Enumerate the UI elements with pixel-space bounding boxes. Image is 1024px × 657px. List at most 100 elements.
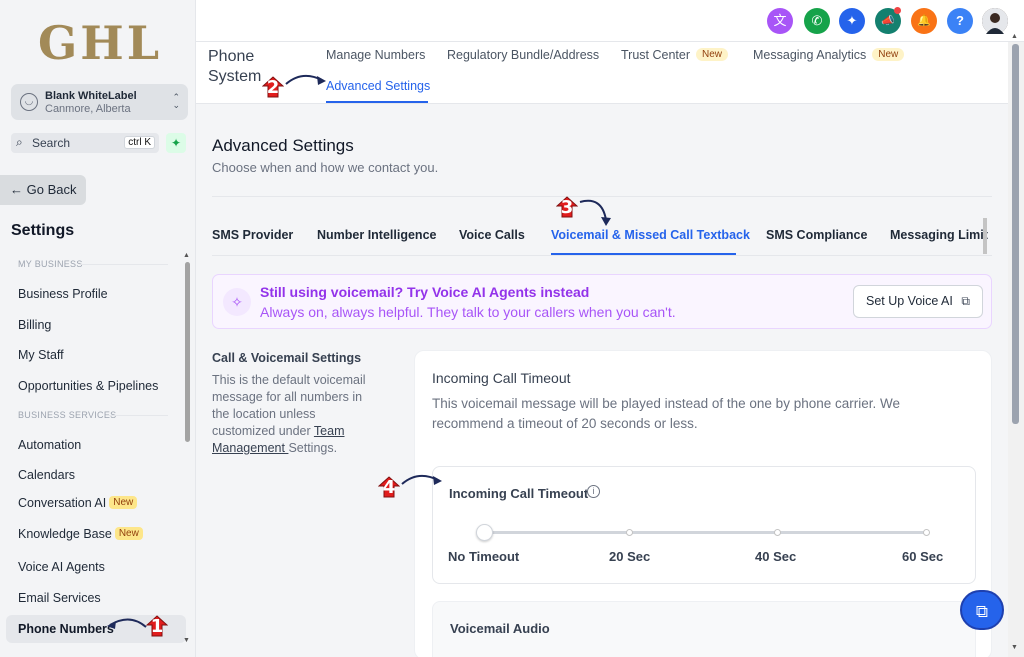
tabs-scrollbar[interactable] [983, 218, 987, 254]
slider-tick[interactable] [774, 529, 781, 536]
annotation-number: 4 [382, 477, 396, 498]
annotation-marker-3: 3 [555, 196, 579, 218]
sidebar-item-automation[interactable]: Automation [18, 438, 81, 452]
divider [80, 264, 168, 265]
description-text: Settings. [288, 441, 338, 455]
sidebar: GHL ◡ Blank WhiteLabel Canmore, Alberta … [0, 0, 196, 657]
annotation-number: 2 [266, 77, 280, 98]
voice-ai-promo-banner: ✧ Still using voicemail? Try Voice AI Ag… [212, 274, 992, 329]
avatar[interactable] [982, 8, 1008, 34]
sparkle-icon: ✧ [223, 288, 251, 316]
tab-advanced-settings[interactable]: Advanced Settings [326, 79, 430, 93]
annotation-marker-1: 1 [145, 615, 169, 637]
account-name: Blank WhiteLabel [45, 90, 137, 102]
card-description: This voicemail message will be played in… [432, 396, 900, 431]
chevron-updown-icon: ⌃ ⌄ [172, 92, 180, 110]
slider-option-label: 40 Sec [755, 549, 797, 564]
search-icon: ⌕ [16, 135, 23, 149]
tab-manage-numbers[interactable]: Manage Numbers [326, 48, 425, 62]
annotation-arrow-4 [401, 474, 442, 485]
timeout-slider-track[interactable] [485, 531, 928, 534]
magic-wand-icon[interactable]: ✦ [839, 8, 865, 34]
chat-support-icon[interactable]: ⧉ [960, 590, 1004, 630]
timeout-slider-handle[interactable] [476, 524, 493, 541]
account-switcher[interactable]: ◡ Blank WhiteLabel Canmore, Alberta ⌃ ⌄ [11, 84, 188, 120]
new-badge: New [109, 496, 138, 509]
tab-label: Messaging Analytics [753, 48, 867, 62]
scroll-down-icon[interactable]: ▼ [183, 637, 190, 644]
translate-icon[interactable]: 文 [767, 8, 793, 34]
promo-subtitle: Always on, always helpful. They talk to … [260, 304, 676, 320]
scroll-down-icon[interactable]: ▼ [1011, 644, 1018, 651]
divider [108, 415, 168, 416]
brand-logo: GHL [38, 16, 163, 70]
annotation-arrow-2 [285, 74, 326, 85]
tab-trust-center[interactable]: Trust Center New [621, 48, 729, 62]
page-scrollbar[interactable] [1012, 44, 1019, 424]
sidebar-item-conversation-ai[interactable]: Conversation AI New [18, 496, 138, 510]
external-link-icon: ⧉ [961, 294, 970, 308]
tab-voicemail-missed-call[interactable]: Voicemail & Missed Call Textback [551, 228, 750, 242]
tab-sms-provider[interactable]: SMS Provider [212, 228, 293, 242]
annotation-arrow-3 [579, 199, 611, 226]
tab-number-intelligence[interactable]: Number Intelligence [317, 228, 436, 242]
sidebar-item-label: Conversation AI [18, 496, 107, 510]
sidebar-item-billing[interactable]: Billing [18, 318, 51, 332]
sidebar-scrollbar[interactable] [185, 262, 190, 442]
phone-icon[interactable]: ✆ [804, 8, 830, 34]
scroll-up-icon[interactable]: ▲ [183, 252, 190, 259]
tab-voice-calls[interactable]: Voice Calls [459, 228, 525, 242]
search-label: Search [32, 136, 71, 150]
tab-regulatory-bundle[interactable]: Regulatory Bundle/Address [447, 48, 599, 62]
bell-icon[interactable]: 🔔 [911, 8, 937, 34]
sidebar-item-phone-numbers[interactable]: Phone Numbers [18, 622, 114, 636]
top-bar: 文 ✆ ✦ 📣 🔔 ? [196, 0, 1024, 42]
card-title: Incoming Call Timeout [432, 370, 571, 386]
field-label: Incoming Call Timeout [449, 486, 589, 501]
notification-dot [894, 7, 901, 14]
active-tab-underline [551, 253, 736, 255]
tab-sms-compliance[interactable]: SMS Compliance [766, 228, 867, 242]
active-tab-underline [326, 101, 428, 103]
help-icon[interactable]: ? [947, 8, 973, 34]
tab-messaging-analytics[interactable]: Messaging Analytics New [753, 48, 905, 62]
sidebar-item-email-services[interactable]: Email Services [18, 591, 101, 605]
promo-title: Still using voicemail? Try Voice AI Agen… [260, 284, 590, 300]
timeout-slider-panel: Incoming Call Timeout i No Timeout 20 Se… [432, 466, 976, 584]
group-label-my-business: MY BUSINESS [18, 259, 83, 269]
sidebar-item-voice-ai-agents[interactable]: Voice AI Agents [18, 560, 105, 574]
group-label-business-services: BUSINESS SERVICES [18, 410, 117, 420]
setup-voice-ai-button[interactable]: Set Up Voice AI ⧉ [853, 285, 983, 318]
sidebar-item-label: Knowledge Base [18, 527, 112, 541]
annotation-marker-2: 2 [261, 76, 285, 98]
incoming-call-timeout-card: Incoming Call Timeout This voicemail mes… [414, 350, 992, 657]
voicemail-audio-label: Voicemail Audio [450, 621, 550, 636]
annotation-marker-4: 4 [377, 476, 401, 498]
sidebar-item-calendars[interactable]: Calendars [18, 468, 75, 482]
info-icon[interactable]: i [587, 485, 600, 498]
annotation-arrow-1 [107, 618, 147, 629]
settings-section-title: Call & Voicemail Settings [212, 351, 362, 365]
quick-action-icon[interactable]: ✦ [166, 133, 186, 153]
sidebar-item-my-staff[interactable]: My Staff [18, 348, 64, 362]
slider-option-label: No Timeout [448, 549, 520, 564]
button-label: Set Up Voice AI [866, 294, 953, 308]
sidebar-item-business-profile[interactable]: Business Profile [18, 287, 108, 301]
sidebar-item-knowledge-base[interactable]: Knowledge Base New [18, 527, 143, 541]
avatar-image [982, 8, 1008, 34]
sidebar-item-opportunities[interactable]: Opportunities & Pipelines [18, 379, 158, 393]
slider-tick[interactable] [626, 529, 633, 536]
voicemail-audio-panel: Voicemail Audio [432, 601, 976, 657]
scroll-up-icon[interactable]: ▲ [1011, 33, 1018, 40]
search-input[interactable]: ⌕ Search ctrl K [11, 133, 159, 153]
slider-option-label: 60 Sec [902, 549, 944, 564]
settings-section-description: This is the default voicemail message fo… [212, 372, 382, 457]
section-subtitle: Choose when and how we contact you. [212, 160, 439, 175]
new-badge: New [696, 48, 729, 61]
settings-title: Settings [11, 222, 75, 239]
go-back-button[interactable]: ← Go Back [0, 175, 86, 205]
slider-tick[interactable] [923, 529, 930, 536]
annotation-number: 1 [150, 616, 164, 637]
tab-messaging-limit[interactable]: Messaging Limit [890, 228, 988, 242]
search-shortcut: ctrl K [124, 136, 155, 149]
